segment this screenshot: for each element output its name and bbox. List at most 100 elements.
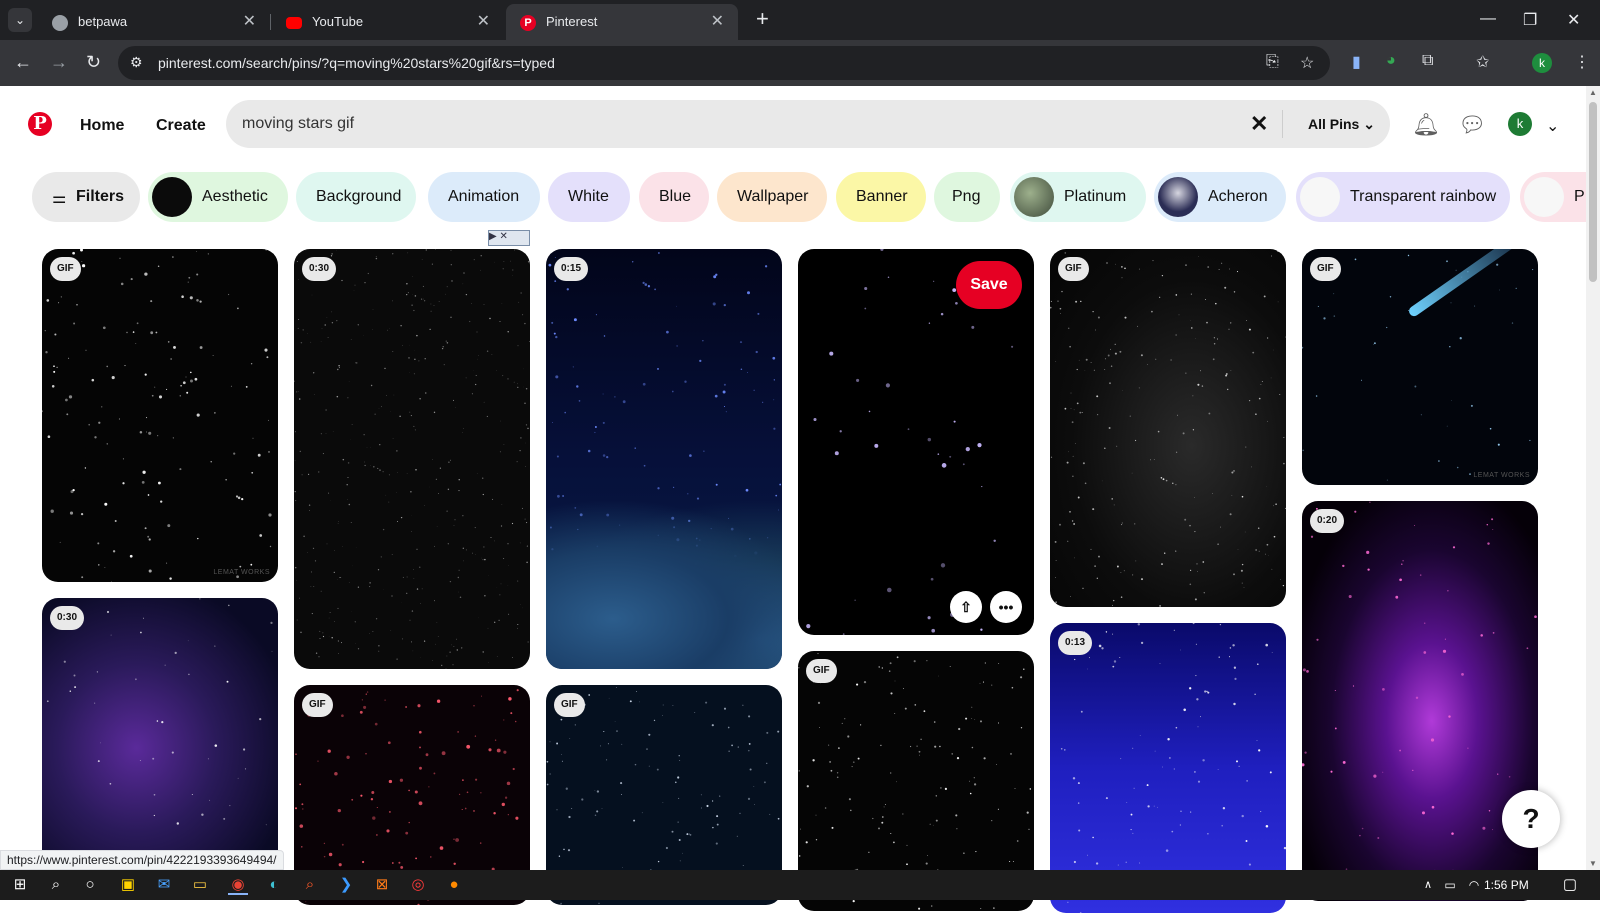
save-button[interactable]: Save <box>956 261 1022 309</box>
restore-icon[interactable]: ❐ <box>1523 10 1537 30</box>
pin-card[interactable]: 0:20 <box>1302 501 1538 901</box>
wifi-icon[interactable]: ◠ <box>1464 875 1484 895</box>
firefox-icon[interactable]: ● <box>444 875 464 895</box>
site-info-icon[interactable]: ⚙ <box>130 54 143 71</box>
tab-youtube[interactable]: YouTube ✕ <box>272 4 504 40</box>
chrome-icon[interactable]: ◉ <box>228 875 248 895</box>
search-bar[interactable]: moving stars gif ✕ All Pins ⌄ <box>226 100 1390 148</box>
notifications-bell-icon[interactable]: 🔔︎ <box>1412 112 1440 138</box>
search-scope-dropdown[interactable]: All Pins ⌄ <box>1308 116 1375 133</box>
chip-png[interactable]: Png <box>934 172 1000 222</box>
scroll-down-icon[interactable]: ▼ <box>1589 859 1597 868</box>
chip-blue[interactable]: Blue <box>639 172 709 222</box>
tab-search-button[interactable]: ⌄ <box>8 8 32 32</box>
xampp-icon[interactable]: ⊠ <box>372 875 392 895</box>
app-icon[interactable]: ◎ <box>408 875 428 895</box>
chip-banner[interactable]: Banner <box>836 172 926 222</box>
close-tab-icon[interactable]: ✕ <box>711 11 724 31</box>
back-icon[interactable]: ← <box>14 52 32 73</box>
browser-menu-icon[interactable]: ⋮ <box>1574 52 1590 72</box>
browser-profile-avatar[interactable]: k <box>1532 53 1552 73</box>
help-button[interactable]: ? <box>1502 790 1560 848</box>
star <box>508 697 511 700</box>
edge-icon[interactable]: ◐ <box>264 875 284 895</box>
filters-button[interactable]: ⚌ Filters <box>32 172 140 222</box>
pin-card[interactable]: GIF <box>1050 249 1286 607</box>
clock[interactable]: 1:56 PM <box>1484 878 1529 892</box>
close-window-icon[interactable]: ✕ <box>1567 10 1580 30</box>
star <box>603 731 604 732</box>
chip-animation[interactable]: Animation <box>428 172 540 222</box>
chip-aesthetic[interactable]: Aesthetic <box>148 172 288 222</box>
star <box>507 782 511 786</box>
star <box>383 471 384 472</box>
scrollbar-thumb[interactable] <box>1589 102 1597 282</box>
minimize-icon[interactable]: — <box>1480 10 1496 28</box>
favorites-icon[interactable]: ✩ <box>1476 52 1489 72</box>
notification-center-icon[interactable]: ▢ <box>1560 875 1580 895</box>
star <box>998 809 999 810</box>
star <box>504 444 505 445</box>
star <box>190 380 193 383</box>
ad-choices-badge[interactable]: ▶ ✕ <box>488 230 530 246</box>
pin-card[interactable]: 0:15 <box>546 249 782 669</box>
clear-search-icon[interactable]: ✕ <box>1250 111 1268 137</box>
account-chevron-down-icon[interactable]: ⌄ <box>1546 116 1559 136</box>
forward-icon[interactable]: → <box>50 52 68 73</box>
windows-start-icon[interactable]: ⊞ <box>10 875 30 895</box>
url-text[interactable]: pinterest.com/search/pins/?q=moving%20st… <box>158 55 555 71</box>
bookmark-star-icon[interactable]: ☆ <box>1300 53 1314 73</box>
nav-home[interactable]: Home <box>80 117 124 135</box>
more-options-icon[interactable]: ••• <box>990 591 1022 623</box>
chip-more[interactable]: P <box>1520 172 1586 222</box>
chip-acheron[interactable]: Acheron <box>1154 172 1286 222</box>
close-tab-icon[interactable]: ✕ <box>477 11 490 31</box>
page-scrollbar[interactable]: ▲ ▼ <box>1586 86 1600 870</box>
pin-card[interactable]: GIF LEMAT WORKS <box>42 249 278 582</box>
star <box>1169 757 1170 758</box>
share-icon[interactable]: ⇧ <box>950 591 982 623</box>
pin-card[interactable]: GIF LEMAT WORKS <box>1302 249 1538 485</box>
pin-card[interactable]: 0:30 <box>294 249 530 669</box>
tab-betpawa[interactable]: betpawa ✕ <box>38 4 270 40</box>
star <box>1074 410 1075 411</box>
scroll-up-icon[interactable]: ▲ <box>1589 88 1597 97</box>
chip-white[interactable]: White <box>548 172 630 222</box>
tab-pinterest[interactable]: P Pinterest ✕ <box>506 4 738 40</box>
install-app-icon[interactable]: ⎘ <box>1266 53 1279 71</box>
file-explorer-icon[interactable]: ▭ <box>190 875 210 895</box>
mail-icon[interactable]: ✉ <box>154 875 174 895</box>
star <box>1085 482 1087 484</box>
app-icon[interactable]: ⌕ <box>300 875 320 895</box>
extensions-puzzle-icon[interactable]: ⧉ <box>1422 52 1433 70</box>
chip-platinum[interactable]: Platinum <box>1010 172 1146 222</box>
pin-card-hovered[interactable]: Save ⇧ ••• <box>798 249 1034 635</box>
star <box>421 298 422 299</box>
vscode-icon[interactable]: ❯ <box>336 875 356 895</box>
pinterest-logo-icon[interactable]: P <box>28 112 52 136</box>
address-bar[interactable]: ⚙ pinterest.com/search/pins/?q=moving%20… <box>118 46 1330 80</box>
close-tab-icon[interactable]: ✕ <box>243 11 256 31</box>
cortana-icon[interactable]: ○ <box>80 875 100 895</box>
chip-wallpaper[interactable]: Wallpaper <box>717 172 827 222</box>
star <box>1089 657 1090 658</box>
search-icon[interactable]: ⌕ <box>46 875 66 895</box>
battery-icon[interactable]: ▭ <box>1440 875 1460 895</box>
star <box>454 646 455 647</box>
extension-icon[interactable]: ◕ <box>1386 52 1396 70</box>
store-icon[interactable]: ▣ <box>118 875 138 895</box>
messages-icon[interactable]: 💬︎ <box>1458 112 1486 138</box>
search-input[interactable]: moving stars gif <box>242 115 354 133</box>
chip-transparent-rainbow[interactable]: Transparent rainbow <box>1296 172 1510 222</box>
avatar[interactable]: k <box>1508 112 1532 136</box>
star <box>503 268 504 269</box>
nav-create[interactable]: Create <box>156 117 206 135</box>
new-tab-button[interactable]: + <box>756 8 769 30</box>
chip-background[interactable]: Background <box>296 172 416 222</box>
star <box>831 770 833 772</box>
chevron-up-icon[interactable]: ∧ <box>1418 875 1438 895</box>
reload-icon[interactable]: ↻ <box>86 52 101 73</box>
star <box>1190 584 1192 586</box>
star <box>489 318 490 319</box>
extension-icon[interactable]: ▮ <box>1352 52 1361 72</box>
